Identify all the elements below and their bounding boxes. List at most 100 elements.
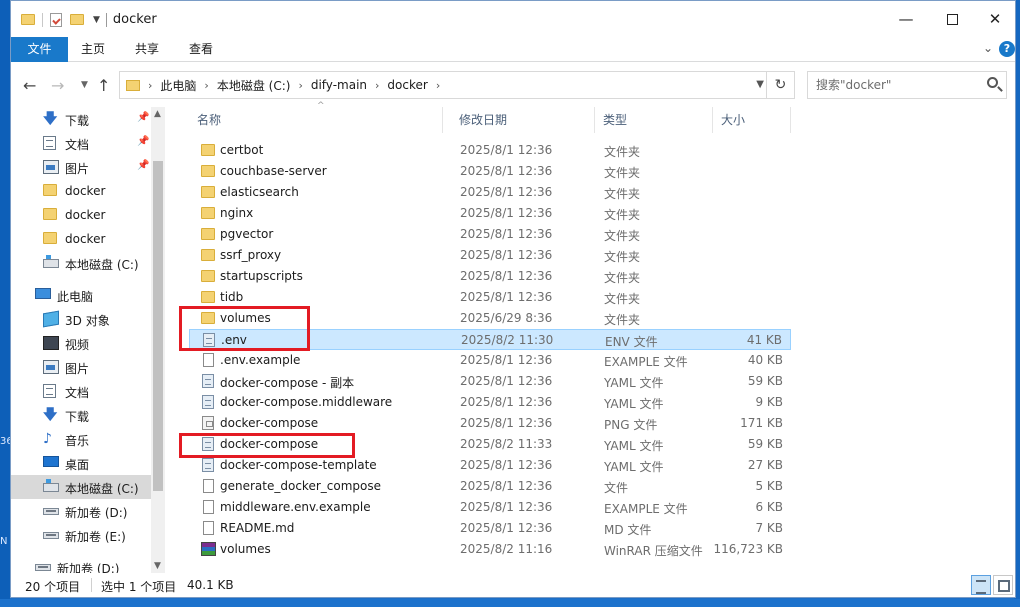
sidebar-item[interactable]: 文档 📌 bbox=[11, 131, 151, 155]
recent-locations-dropdown-icon[interactable]: ▼ bbox=[81, 80, 88, 90]
sidebar-item[interactable]: 桌面 bbox=[11, 451, 151, 475]
file-type: WinRAR 压缩文件 bbox=[604, 544, 703, 558]
table-row[interactable]: README.md 2025/8/1 12:36 MD 文件 7 KB bbox=[189, 518, 791, 539]
tab-home[interactable]: 主页 bbox=[73, 37, 113, 62]
details-view-button[interactable] bbox=[971, 575, 991, 595]
customize-toolbar-dropdown-icon[interactable]: ▼ bbox=[93, 15, 100, 25]
column-header-size[interactable]: 大小 bbox=[713, 107, 791, 133]
scroll-up-icon[interactable]: ▲ bbox=[154, 109, 161, 119]
sidebar-item[interactable]: 3D 对象 bbox=[11, 307, 151, 331]
chevron-right-icon[interactable]: › bbox=[298, 79, 302, 92]
desktop-icon bbox=[43, 456, 59, 467]
chevron-right-icon[interactable]: › bbox=[436, 79, 440, 92]
up-button[interactable]: ↑ bbox=[97, 76, 110, 95]
nav-scrollbar-thumb[interactable] bbox=[153, 161, 163, 491]
minimize-button[interactable]: — bbox=[883, 1, 929, 37]
sidebar-item[interactable]: docker bbox=[11, 203, 151, 227]
sidebar-item[interactable]: 新加卷 (D:) bbox=[11, 555, 151, 573]
search-icon[interactable] bbox=[987, 77, 998, 88]
tab-view[interactable]: 查看 bbox=[181, 37, 221, 62]
download-icon: 🡇 bbox=[43, 407, 58, 423]
expand-ribbon-icon[interactable]: ⌄ bbox=[983, 41, 993, 55]
address-bar[interactable]: › 此电脑 › 本地磁盘 (C:) › dify-main › docker ›… bbox=[119, 71, 795, 99]
table-row[interactable]: .env.example 2025/8/1 12:36 EXAMPLE 文件 40 K… bbox=[189, 350, 791, 371]
chevron-right-icon[interactable]: › bbox=[204, 79, 208, 92]
file-type: 文件夹 bbox=[604, 250, 641, 264]
properties-icon[interactable] bbox=[50, 12, 62, 27]
desktop-left-edge: 36 N bbox=[0, 0, 13, 607]
sidebar-item[interactable]: docker bbox=[11, 227, 151, 251]
help-icon[interactable]: ? bbox=[999, 41, 1015, 57]
file-date: 2025/8/1 12:36 bbox=[460, 353, 553, 367]
breadcrumb-this-pc[interactable]: 此电脑 bbox=[160, 77, 196, 94]
large-icons-view-button[interactable] bbox=[993, 575, 1013, 595]
file-date: 2025/8/1 12:36 bbox=[460, 500, 553, 514]
table-row[interactable]: pgvector 2025/8/1 12:36 文件夹 bbox=[189, 224, 791, 245]
maximize-button[interactable] bbox=[929, 1, 975, 37]
table-row[interactable]: volumes 2025/8/2 11:16 WinRAR 压缩文件 116,723 … bbox=[189, 539, 791, 560]
file-date: 2025/8/2 11:30 bbox=[461, 333, 554, 347]
document-icon bbox=[43, 384, 56, 398]
table-row[interactable]: certbot 2025/8/1 12:36 文件夹 bbox=[189, 140, 791, 161]
table-row[interactable]: docker-compose-template 2025/8/1 12:36 YAM… bbox=[189, 455, 791, 476]
file-date: 2025/8/1 12:36 bbox=[460, 521, 553, 535]
column-header-type[interactable]: 类型 bbox=[595, 107, 713, 133]
file-date: 2025/8/2 11:33 bbox=[460, 437, 553, 451]
folder-icon bbox=[126, 79, 140, 91]
file-name: .env.example bbox=[220, 353, 301, 367]
nav-scrollbar[interactable]: ▲ ▼ bbox=[151, 107, 165, 573]
scroll-down-icon[interactable]: ▼ bbox=[154, 561, 161, 571]
close-button[interactable]: ✕ bbox=[975, 1, 1015, 37]
table-row[interactable]: elasticsearch 2025/8/1 12:36 文件夹 bbox=[189, 182, 791, 203]
sidebar-item[interactable]: 此电脑 bbox=[11, 283, 151, 307]
sidebar-item[interactable]: 文档 bbox=[11, 379, 151, 403]
sidebar-item[interactable]: 图片 bbox=[11, 355, 151, 379]
sidebar-item[interactable]: 🡇 下载 📌 bbox=[11, 107, 151, 131]
music-icon: ♪ bbox=[43, 431, 52, 447]
sidebar-item[interactable]: 图片 📌 bbox=[11, 155, 151, 179]
file-size: 9 KB bbox=[755, 395, 783, 409]
sidebar-item[interactable]: 🡇 下载 bbox=[11, 403, 151, 427]
file-size: 59 KB bbox=[747, 374, 783, 388]
table-row[interactable]: middleware.env.example 2025/8/1 12:36 EXAM… bbox=[189, 497, 791, 518]
breadcrumb-dify-main[interactable]: dify-main bbox=[311, 78, 367, 92]
table-row[interactable]: startupscripts 2025/8/1 12:36 文件夹 bbox=[189, 266, 791, 287]
file-date: 2025/8/1 12:36 bbox=[460, 416, 553, 430]
sidebar-item[interactable]: 新加卷 (E:) bbox=[11, 523, 151, 547]
breadcrumb-local-disk[interactable]: 本地磁盘 (C:) bbox=[217, 77, 291, 94]
column-header-name[interactable]: 名称 bbox=[189, 107, 443, 133]
pictures-icon bbox=[43, 160, 59, 174]
breadcrumb-docker[interactable]: docker bbox=[387, 78, 427, 92]
table-row[interactable]: generate_docker_compose 2025/8/1 12:36 文件 5… bbox=[189, 476, 791, 497]
sidebar-item[interactable]: 视频 bbox=[11, 331, 151, 355]
refresh-button[interactable]: ↻ bbox=[766, 72, 794, 98]
chevron-right-icon[interactable]: › bbox=[375, 79, 379, 92]
chevron-right-icon[interactable]: › bbox=[148, 79, 152, 92]
table-row[interactable]: nginx 2025/8/1 12:36 文件夹 bbox=[189, 203, 791, 224]
table-row[interactable]: docker-compose - 副本 2025/8/1 12:36 YAML 文件… bbox=[189, 371, 791, 392]
search-input[interactable] bbox=[816, 78, 976, 92]
table-row[interactable]: docker-compose.middleware 2025/8/1 12:36 Y… bbox=[189, 392, 791, 413]
sidebar-item[interactable]: docker bbox=[11, 179, 151, 203]
table-row[interactable]: docker-compose 2025/8/1 12:36 PNG 文件 171 KB bbox=[189, 413, 791, 434]
back-button[interactable]: ← bbox=[23, 76, 36, 95]
file-type: MD 文件 bbox=[604, 523, 652, 537]
table-row[interactable]: couchbase-server 2025/8/1 12:36 文件夹 bbox=[189, 161, 791, 182]
table-row[interactable]: tidb 2025/8/1 12:36 文件夹 bbox=[189, 287, 791, 308]
sidebar-item[interactable]: 本地磁盘 (C:) bbox=[11, 251, 151, 275]
new-folder-icon[interactable] bbox=[70, 14, 84, 25]
table-row[interactable]: ssrf_proxy 2025/8/1 12:36 文件夹 bbox=[189, 245, 791, 266]
file-name: nginx bbox=[220, 206, 254, 220]
sidebar-item[interactable]: 本地磁盘 (C:) bbox=[11, 475, 151, 499]
file-name: docker-compose.middleware bbox=[220, 395, 393, 409]
navigation-pane: 🡇 下载 📌 文档 📌 图片 📌 docker docker docker 本地磁盘 (C:) 此电脑… bbox=[11, 107, 165, 573]
tab-file[interactable]: 文件 bbox=[11, 37, 68, 62]
sidebar-item[interactable]: 新加卷 (D:) bbox=[11, 499, 151, 523]
tab-share[interactable]: 共享 bbox=[127, 37, 167, 62]
pin-icon: 📌 bbox=[137, 112, 150, 123]
sidebar-item[interactable]: ♪ 音乐 bbox=[11, 427, 151, 451]
column-header-date[interactable]: 修改日期 bbox=[451, 107, 595, 133]
forward-button[interactable]: → bbox=[51, 76, 64, 95]
address-dropdown-icon[interactable]: ▼ bbox=[756, 79, 764, 90]
search-box[interactable] bbox=[807, 71, 1007, 99]
